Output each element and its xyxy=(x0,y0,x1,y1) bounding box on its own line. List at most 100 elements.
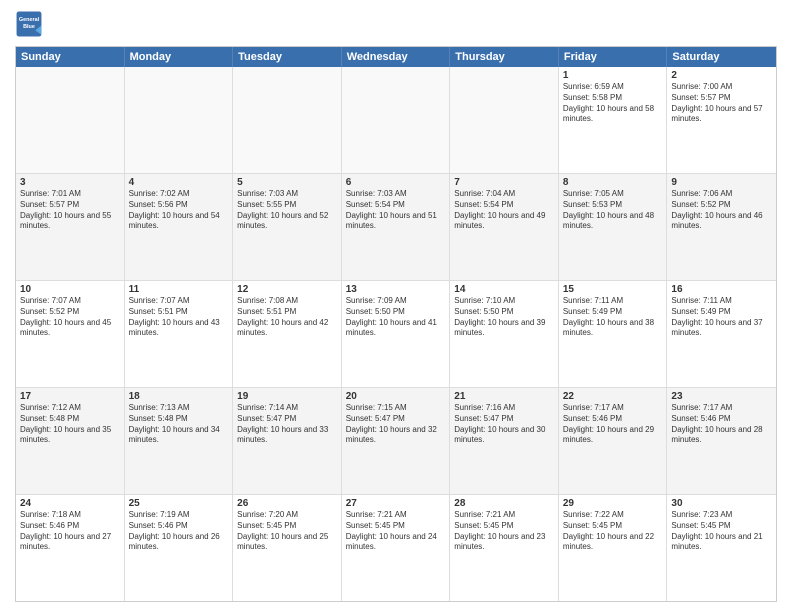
calendar-cell: 28Sunrise: 7:21 AM Sunset: 5:45 PM Dayli… xyxy=(450,495,559,601)
header-day-saturday: Saturday xyxy=(667,47,776,67)
calendar-cell: 3Sunrise: 7:01 AM Sunset: 5:57 PM Daylig… xyxy=(16,174,125,280)
day-info: Sunrise: 7:07 AM Sunset: 5:52 PM Dayligh… xyxy=(20,296,120,339)
day-info: Sunrise: 7:15 AM Sunset: 5:47 PM Dayligh… xyxy=(346,403,446,446)
day-info: Sunrise: 7:10 AM Sunset: 5:50 PM Dayligh… xyxy=(454,296,554,339)
day-info: Sunrise: 7:14 AM Sunset: 5:47 PM Dayligh… xyxy=(237,403,337,446)
calendar-cell xyxy=(342,67,451,173)
day-number: 14 xyxy=(454,284,554,295)
calendar-cell: 16Sunrise: 7:11 AM Sunset: 5:49 PM Dayli… xyxy=(667,281,776,387)
day-info: Sunrise: 7:03 AM Sunset: 5:54 PM Dayligh… xyxy=(346,189,446,232)
calendar-cell xyxy=(125,67,234,173)
day-info: Sunrise: 7:07 AM Sunset: 5:51 PM Dayligh… xyxy=(129,296,229,339)
calendar-cell: 21Sunrise: 7:16 AM Sunset: 5:47 PM Dayli… xyxy=(450,388,559,494)
day-info: Sunrise: 7:12 AM Sunset: 5:48 PM Dayligh… xyxy=(20,403,120,446)
header-day-tuesday: Tuesday xyxy=(233,47,342,67)
calendar-cell: 23Sunrise: 7:17 AM Sunset: 5:46 PM Dayli… xyxy=(667,388,776,494)
day-number: 2 xyxy=(671,70,772,81)
calendar-row-3: 10Sunrise: 7:07 AM Sunset: 5:52 PM Dayli… xyxy=(16,280,776,387)
header-day-wednesday: Wednesday xyxy=(342,47,451,67)
calendar-cell: 12Sunrise: 7:08 AM Sunset: 5:51 PM Dayli… xyxy=(233,281,342,387)
calendar-cell: 15Sunrise: 7:11 AM Sunset: 5:49 PM Dayli… xyxy=(559,281,668,387)
day-number: 5 xyxy=(237,177,337,188)
day-info: Sunrise: 7:20 AM Sunset: 5:45 PM Dayligh… xyxy=(237,510,337,553)
calendar-cell: 10Sunrise: 7:07 AM Sunset: 5:52 PM Dayli… xyxy=(16,281,125,387)
day-info: Sunrise: 7:03 AM Sunset: 5:55 PM Dayligh… xyxy=(237,189,337,232)
header-day-thursday: Thursday xyxy=(450,47,559,67)
calendar-cell: 18Sunrise: 7:13 AM Sunset: 5:48 PM Dayli… xyxy=(125,388,234,494)
calendar-cell xyxy=(16,67,125,173)
day-info: Sunrise: 7:17 AM Sunset: 5:46 PM Dayligh… xyxy=(671,403,772,446)
calendar-cell: 24Sunrise: 7:18 AM Sunset: 5:46 PM Dayli… xyxy=(16,495,125,601)
day-number: 25 xyxy=(129,498,229,509)
calendar-cell: 17Sunrise: 7:12 AM Sunset: 5:48 PM Dayli… xyxy=(16,388,125,494)
day-number: 26 xyxy=(237,498,337,509)
day-info: Sunrise: 6:59 AM Sunset: 5:58 PM Dayligh… xyxy=(563,82,663,125)
day-info: Sunrise: 7:23 AM Sunset: 5:45 PM Dayligh… xyxy=(671,510,772,553)
calendar-cell: 11Sunrise: 7:07 AM Sunset: 5:51 PM Dayli… xyxy=(125,281,234,387)
day-info: Sunrise: 7:05 AM Sunset: 5:53 PM Dayligh… xyxy=(563,189,663,232)
calendar-cell: 29Sunrise: 7:22 AM Sunset: 5:45 PM Dayli… xyxy=(559,495,668,601)
calendar-cell: 9Sunrise: 7:06 AM Sunset: 5:52 PM Daylig… xyxy=(667,174,776,280)
day-info: Sunrise: 7:11 AM Sunset: 5:49 PM Dayligh… xyxy=(563,296,663,339)
day-info: Sunrise: 7:04 AM Sunset: 5:54 PM Dayligh… xyxy=(454,189,554,232)
calendar-cell xyxy=(233,67,342,173)
calendar-cell: 13Sunrise: 7:09 AM Sunset: 5:50 PM Dayli… xyxy=(342,281,451,387)
day-number: 28 xyxy=(454,498,554,509)
day-number: 27 xyxy=(346,498,446,509)
calendar-row-2: 3Sunrise: 7:01 AM Sunset: 5:57 PM Daylig… xyxy=(16,173,776,280)
day-info: Sunrise: 7:21 AM Sunset: 5:45 PM Dayligh… xyxy=(346,510,446,553)
calendar-cell: 26Sunrise: 7:20 AM Sunset: 5:45 PM Dayli… xyxy=(233,495,342,601)
calendar-cell: 7Sunrise: 7:04 AM Sunset: 5:54 PM Daylig… xyxy=(450,174,559,280)
calendar-cell: 8Sunrise: 7:05 AM Sunset: 5:53 PM Daylig… xyxy=(559,174,668,280)
day-number: 11 xyxy=(129,284,229,295)
day-number: 23 xyxy=(671,391,772,402)
calendar-cell: 2Sunrise: 7:00 AM Sunset: 5:57 PM Daylig… xyxy=(667,67,776,173)
day-info: Sunrise: 7:01 AM Sunset: 5:57 PM Dayligh… xyxy=(20,189,120,232)
day-info: Sunrise: 7:00 AM Sunset: 5:57 PM Dayligh… xyxy=(671,82,772,125)
header-day-friday: Friday xyxy=(559,47,668,67)
day-number: 16 xyxy=(671,284,772,295)
day-number: 9 xyxy=(671,177,772,188)
calendar-cell: 19Sunrise: 7:14 AM Sunset: 5:47 PM Dayli… xyxy=(233,388,342,494)
calendar-cell: 20Sunrise: 7:15 AM Sunset: 5:47 PM Dayli… xyxy=(342,388,451,494)
logo-icon: General Blue xyxy=(15,10,43,38)
day-info: Sunrise: 7:08 AM Sunset: 5:51 PM Dayligh… xyxy=(237,296,337,339)
svg-text:General: General xyxy=(19,17,40,23)
day-info: Sunrise: 7:02 AM Sunset: 5:56 PM Dayligh… xyxy=(129,189,229,232)
day-number: 17 xyxy=(20,391,120,402)
day-number: 15 xyxy=(563,284,663,295)
day-number: 4 xyxy=(129,177,229,188)
day-number: 13 xyxy=(346,284,446,295)
day-info: Sunrise: 7:13 AM Sunset: 5:48 PM Dayligh… xyxy=(129,403,229,446)
day-info: Sunrise: 7:21 AM Sunset: 5:45 PM Dayligh… xyxy=(454,510,554,553)
calendar-cell: 4Sunrise: 7:02 AM Sunset: 5:56 PM Daylig… xyxy=(125,174,234,280)
day-info: Sunrise: 7:11 AM Sunset: 5:49 PM Dayligh… xyxy=(671,296,772,339)
calendar-cell: 22Sunrise: 7:17 AM Sunset: 5:46 PM Dayli… xyxy=(559,388,668,494)
day-number: 22 xyxy=(563,391,663,402)
day-number: 8 xyxy=(563,177,663,188)
day-number: 3 xyxy=(20,177,120,188)
calendar-cell: 25Sunrise: 7:19 AM Sunset: 5:46 PM Dayli… xyxy=(125,495,234,601)
day-number: 18 xyxy=(129,391,229,402)
svg-text:Blue: Blue xyxy=(23,24,35,30)
day-number: 19 xyxy=(237,391,337,402)
calendar-cell xyxy=(450,67,559,173)
header-day-monday: Monday xyxy=(125,47,234,67)
calendar: SundayMondayTuesdayWednesdayThursdayFrid… xyxy=(15,46,777,602)
day-number: 12 xyxy=(237,284,337,295)
page: General Blue SundayMondayTuesdayWednesda… xyxy=(0,0,792,612)
calendar-row-4: 17Sunrise: 7:12 AM Sunset: 5:48 PM Dayli… xyxy=(16,387,776,494)
calendar-cell: 5Sunrise: 7:03 AM Sunset: 5:55 PM Daylig… xyxy=(233,174,342,280)
header-day-sunday: Sunday xyxy=(16,47,125,67)
day-number: 1 xyxy=(563,70,663,81)
logo: General Blue xyxy=(15,10,43,38)
calendar-header: SundayMondayTuesdayWednesdayThursdayFrid… xyxy=(16,47,776,67)
day-info: Sunrise: 7:19 AM Sunset: 5:46 PM Dayligh… xyxy=(129,510,229,553)
calendar-body: 1Sunrise: 6:59 AM Sunset: 5:58 PM Daylig… xyxy=(16,67,776,601)
day-info: Sunrise: 7:16 AM Sunset: 5:47 PM Dayligh… xyxy=(454,403,554,446)
day-number: 30 xyxy=(671,498,772,509)
day-number: 29 xyxy=(563,498,663,509)
day-info: Sunrise: 7:18 AM Sunset: 5:46 PM Dayligh… xyxy=(20,510,120,553)
calendar-cell: 14Sunrise: 7:10 AM Sunset: 5:50 PM Dayli… xyxy=(450,281,559,387)
calendar-cell: 27Sunrise: 7:21 AM Sunset: 5:45 PM Dayli… xyxy=(342,495,451,601)
